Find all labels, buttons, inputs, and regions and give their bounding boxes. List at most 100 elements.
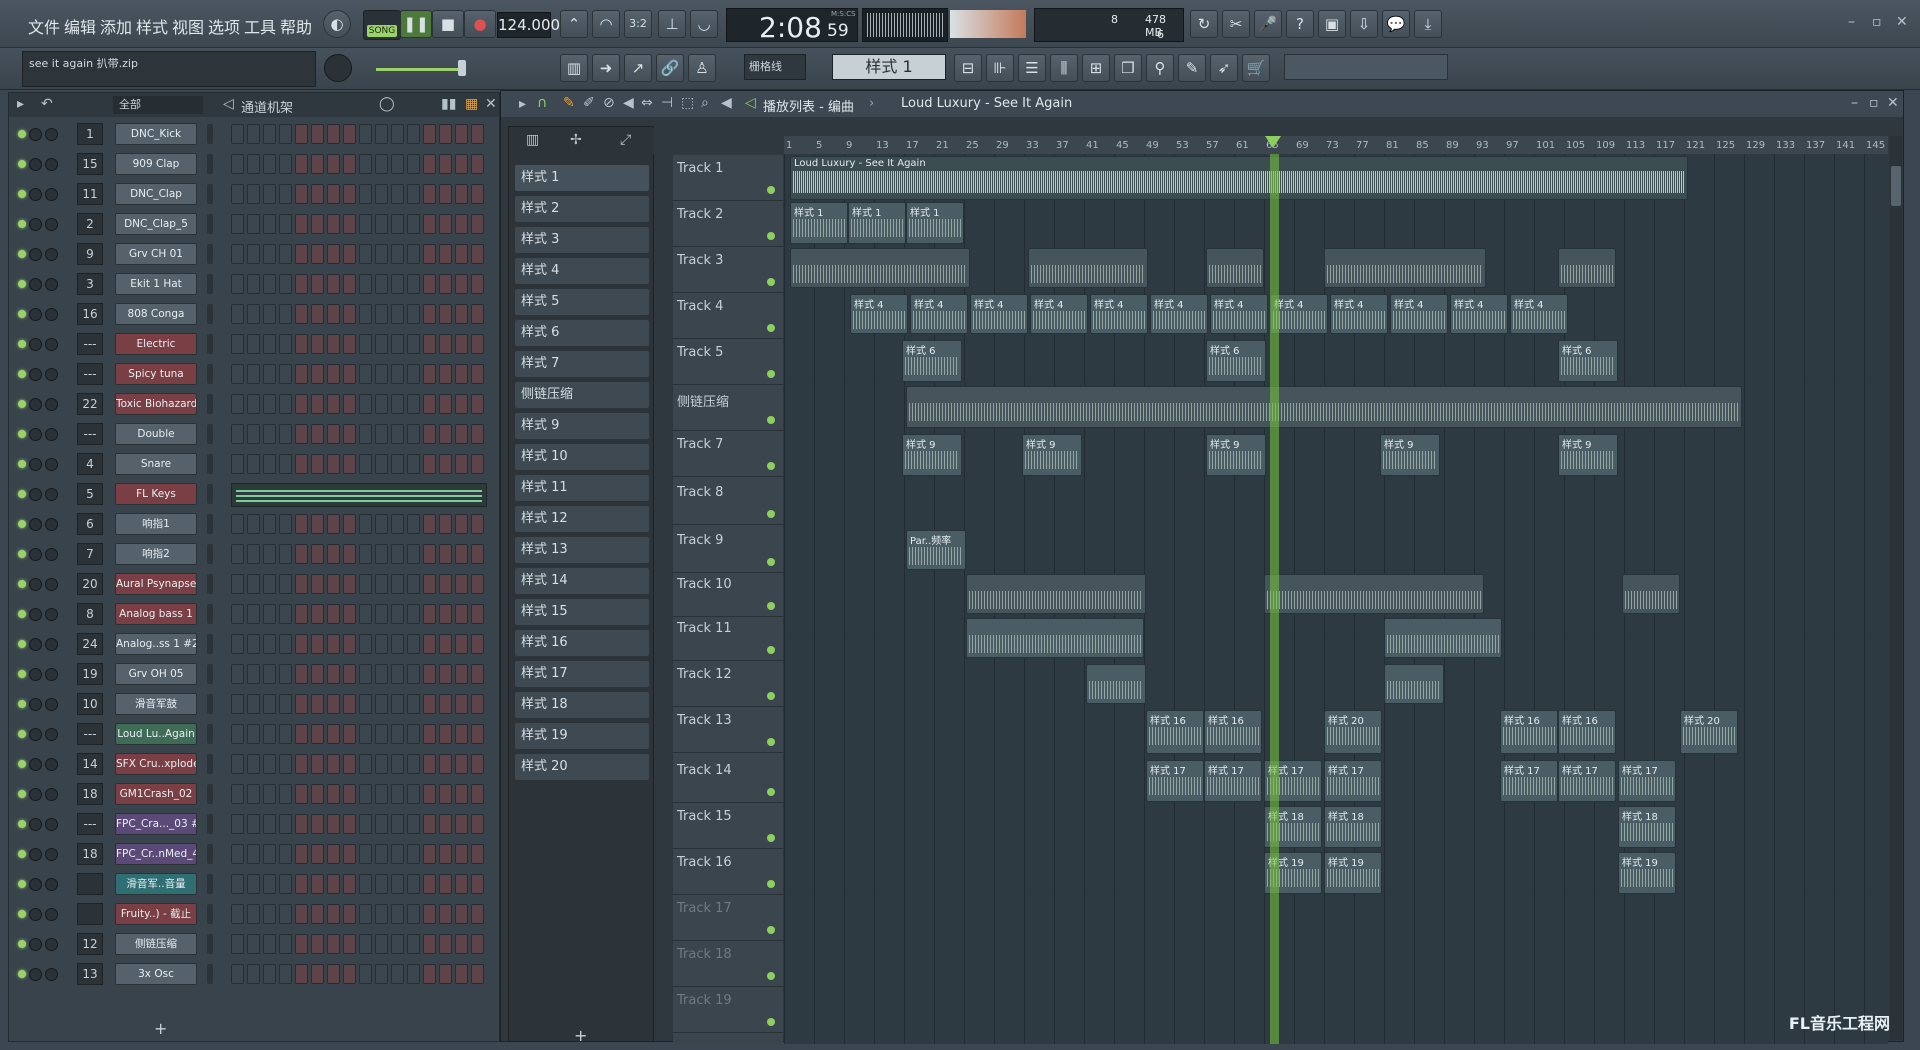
step-button[interactable] [407, 334, 420, 354]
channel-pan-knob[interactable] [29, 338, 42, 351]
step-button[interactable] [279, 784, 292, 804]
step-button[interactable] [375, 334, 388, 354]
step-button[interactable] [455, 394, 468, 414]
playlist-clip[interactable] [1324, 248, 1486, 288]
channel-mute-led[interactable] [18, 400, 26, 408]
step-button[interactable] [327, 544, 340, 564]
channel-name-button[interactable]: Ekit 1 Hat [115, 273, 197, 295]
step-button[interactable] [471, 364, 484, 384]
pattern-item[interactable]: 样式 4 [515, 258, 649, 284]
playlist-clip[interactable]: 样式 16 [1500, 710, 1558, 754]
step-button[interactable] [247, 754, 260, 774]
step-button[interactable] [279, 964, 292, 984]
step-button[interactable] [311, 574, 324, 594]
step-button[interactable] [359, 724, 372, 744]
step-button[interactable] [311, 454, 324, 474]
channel-select[interactable] [207, 544, 213, 564]
channel-pan-knob[interactable] [29, 458, 42, 471]
step-button[interactable] [311, 964, 324, 984]
playlist-clip[interactable]: 样式 20 [1680, 710, 1738, 754]
channel-mute-led[interactable] [18, 490, 26, 498]
step-button[interactable] [423, 274, 436, 294]
countdown-icon[interactable]: 3:2 [624, 10, 652, 38]
step-button[interactable] [359, 784, 372, 804]
step-button[interactable] [423, 304, 436, 324]
pattern-item[interactable]: 样式 1 [515, 165, 649, 191]
playlist-clip[interactable]: 样式 9 [1558, 434, 1618, 476]
channel-row[interactable]: 12 侧链压缩 [9, 929, 499, 959]
step-button[interactable] [247, 604, 260, 624]
step-button[interactable] [439, 214, 452, 234]
playlist-clip[interactable]: 样式 9 [1206, 434, 1266, 476]
step-button[interactable] [359, 454, 372, 474]
step-button[interactable] [327, 844, 340, 864]
step-button[interactable] [327, 514, 340, 534]
channel-mixer-track[interactable]: 15 [77, 153, 103, 175]
step-button[interactable] [391, 574, 404, 594]
step-button[interactable] [455, 244, 468, 264]
step-button[interactable] [295, 904, 308, 924]
step-button[interactable] [359, 934, 372, 954]
step-button[interactable] [279, 574, 292, 594]
playlist-clip[interactable] [1206, 248, 1264, 288]
menu-item-4[interactable]: 样式 [136, 14, 168, 38]
step-button[interactable] [439, 304, 452, 324]
step-button[interactable] [247, 184, 260, 204]
track-mute-led[interactable] [767, 370, 775, 378]
step-button[interactable] [263, 364, 276, 384]
step-button[interactable] [375, 664, 388, 684]
channel-mute-led[interactable] [18, 580, 26, 588]
step-button[interactable] [391, 604, 404, 624]
track-header[interactable]: Track 10 [673, 571, 783, 617]
channel-pan-knob[interactable] [29, 368, 42, 381]
step-button[interactable] [231, 334, 244, 354]
step-button[interactable] [295, 724, 308, 744]
channel-volume-knob[interactable] [45, 158, 58, 171]
channel-mixer-track[interactable]: 12 [77, 933, 103, 955]
track-mute-led[interactable] [767, 462, 775, 470]
step-button[interactable] [327, 274, 340, 294]
channel-row[interactable]: 15 909 Clap [9, 149, 499, 179]
channel-volume-knob[interactable] [45, 458, 58, 471]
snap-selector[interactable]: 栅格线 [744, 54, 806, 80]
step-button[interactable] [359, 334, 372, 354]
step-button[interactable] [279, 424, 292, 444]
channel-volume-knob[interactable] [45, 788, 58, 801]
playlist-clip[interactable] [966, 618, 1144, 658]
step-button[interactable] [423, 934, 436, 954]
playlist-clip[interactable]: 样式 20 [1324, 710, 1382, 754]
step-button[interactable] [423, 784, 436, 804]
track-header[interactable]: Track 4 [673, 293, 783, 339]
step-button[interactable] [375, 784, 388, 804]
playlist-clip[interactable]: 样式 4 [1510, 294, 1568, 334]
step-button[interactable] [439, 784, 452, 804]
step-button[interactable] [391, 874, 404, 894]
step-button[interactable] [295, 364, 308, 384]
step-button[interactable] [279, 274, 292, 294]
step-button[interactable] [263, 634, 276, 654]
track-mute-led[interactable] [767, 602, 775, 610]
step-seq-icon[interactable]: ⊪ [986, 54, 1014, 82]
playlist-close-icon[interactable]: ✕ [1887, 95, 1899, 111]
step-button[interactable] [407, 814, 420, 834]
playlist-clip[interactable]: 样式 4 [1390, 294, 1448, 334]
track-header[interactable]: Track 12 [673, 661, 783, 707]
step-button[interactable] [375, 244, 388, 264]
channel-volume-knob[interactable] [45, 218, 58, 231]
step-button[interactable] [375, 214, 388, 234]
step-button[interactable] [359, 604, 372, 624]
step-button[interactable] [311, 334, 324, 354]
channel-mute-led[interactable] [18, 700, 26, 708]
close-icon[interactable]: ✕ [1896, 14, 1908, 30]
step-button[interactable] [471, 184, 484, 204]
cut-icon[interactable]: ✂ [1222, 10, 1250, 38]
step-button[interactable] [423, 334, 436, 354]
playlist-scroll-thumb[interactable] [1891, 166, 1901, 206]
step-button[interactable] [247, 964, 260, 984]
step-button[interactable] [327, 724, 340, 744]
step-button[interactable] [391, 124, 404, 144]
channel-pan-knob[interactable] [29, 908, 42, 921]
channel-name-button[interactable]: DNC_Clap [115, 183, 197, 205]
channel-volume-knob[interactable] [45, 848, 58, 861]
pattern-item[interactable]: 样式 10 [515, 444, 649, 470]
